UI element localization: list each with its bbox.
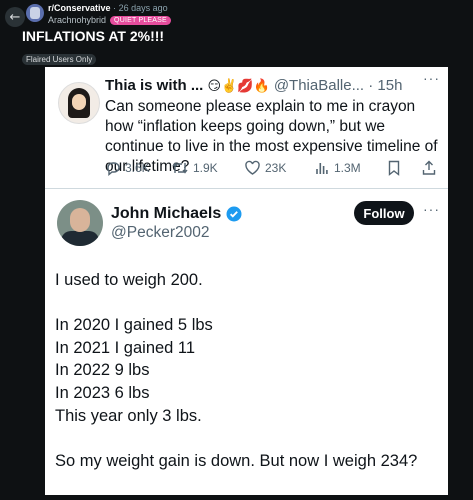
post-meta: r/Conservative · 26 days ago [48, 3, 168, 13]
tweet-divider [45, 188, 448, 189]
author-name: John Michaels [111, 205, 222, 222]
author-handle: @Pecker2002 [111, 224, 210, 241]
quoted-author-emojis: 😏✌️💋🔥 [207, 79, 270, 94]
author-line: Arachnohybrid QUIET PLEASE [48, 15, 171, 25]
like-count: 23K [265, 161, 287, 175]
quoted-tweet-avatar [58, 82, 100, 124]
quoted-author-name: Thia is with ... [105, 77, 204, 94]
like-action: 23K [244, 160, 286, 176]
share-icon [422, 160, 436, 175]
more-icon: ··· [423, 201, 440, 217]
author-avatar [57, 200, 103, 246]
post-image[interactable]: Thia is with ... 😏✌️💋🔥 @ThiaBalle... · 1… [45, 67, 448, 495]
subreddit-avatar[interactable] [26, 4, 44, 22]
tweet-body: I used to weigh 200. In 2020 I gained 5 … [55, 269, 417, 472]
reply-action: 3.6K [105, 160, 150, 176]
views-count: 1.3M [334, 161, 361, 175]
post-flair[interactable]: Flaired Users Only [22, 54, 97, 65]
views-action: 1.3M [314, 160, 361, 176]
back-button[interactable]: ← [5, 7, 25, 27]
tweet-line: So my weight gain is down. But now I wei… [55, 451, 418, 470]
tweet-line: In 2023 6 lbs [55, 383, 150, 402]
bookmark-icon [388, 160, 400, 176]
retweet-action: 1.9K [171, 160, 218, 176]
back-arrow-icon: ← [9, 9, 21, 25]
author-link[interactable]: Arachnohybrid [48, 15, 106, 25]
retweet-icon [172, 162, 188, 174]
tweet-line: I used to weigh 200. [55, 271, 203, 289]
verified-badge-icon [226, 206, 242, 222]
tweet-line: In 2022 9 lbs [55, 361, 150, 380]
share-action [422, 160, 436, 176]
meta-separator: · [113, 3, 117, 13]
views-icon [316, 163, 328, 174]
tweet-line: In 2021 I gained 11 [55, 338, 196, 357]
post-time: 26 days ago [118, 3, 168, 13]
author-name-row: John Michaels [111, 205, 242, 223]
quoted-author-handle: @ThiaBalle... [273, 77, 365, 94]
tweet-line: In 2020 I gained 5 lbs [55, 316, 213, 335]
quoted-tweet-time: 15h [377, 77, 403, 94]
follow-button: Follow [354, 201, 414, 225]
bookmark-action [387, 160, 401, 176]
reply-count: 3.6K [125, 161, 150, 175]
heart-icon [245, 160, 260, 175]
subreddit-link[interactable]: r/Conservative [48, 3, 111, 13]
quoted-tweet-header: Thia is with ... 😏✌️💋🔥 @ThiaBalle... · 1… [105, 77, 402, 94]
reply-icon [107, 162, 120, 176]
retweet-count: 1.9K [193, 161, 218, 175]
quoted-separator: · [368, 77, 374, 94]
more-icon: ··· [423, 70, 440, 86]
tweet-line: This year only 3 lbs. [55, 406, 202, 425]
post-title: INFLATIONS AT 2%!!! [22, 28, 165, 44]
user-flair-badge: QUIET PLEASE [110, 15, 171, 25]
